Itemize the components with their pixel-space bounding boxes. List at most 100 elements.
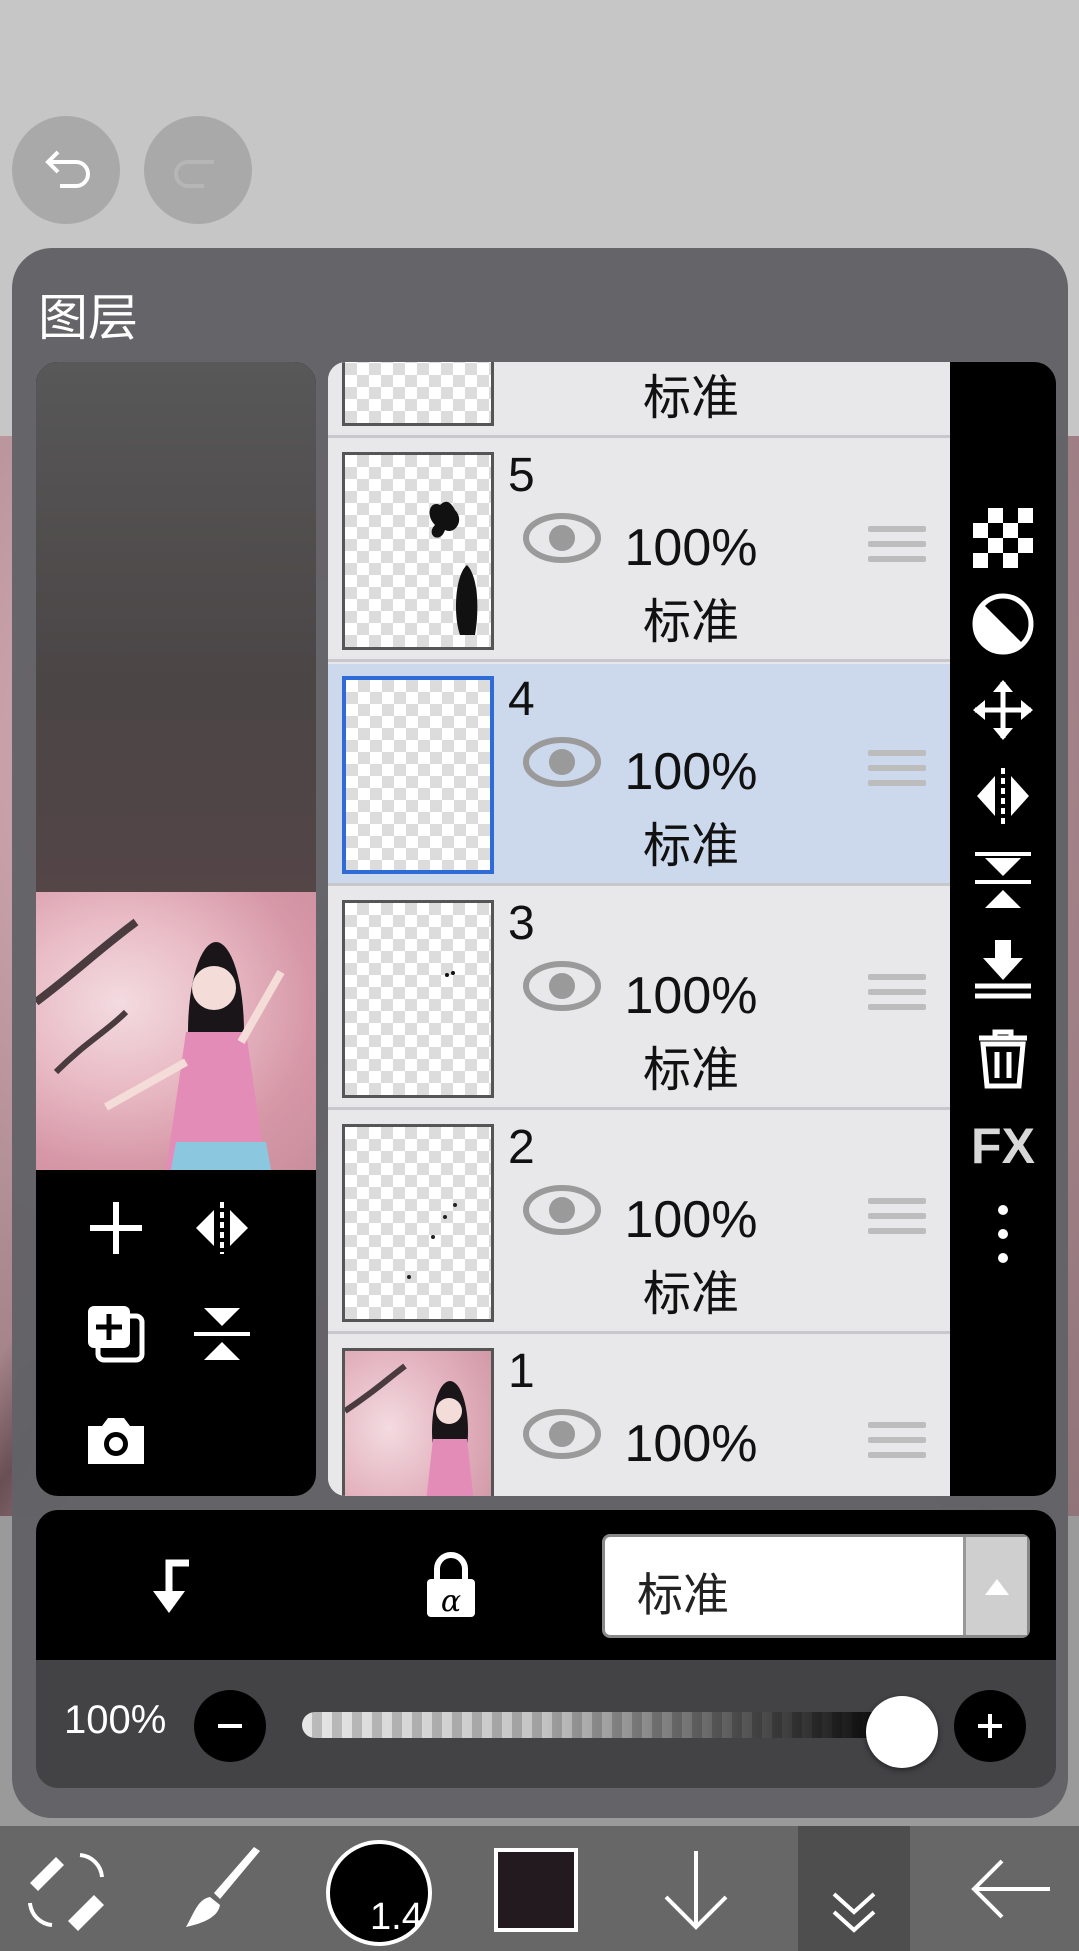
minus-icon xyxy=(218,1724,242,1728)
flip-horizontal-icon xyxy=(977,768,1029,824)
camera-button[interactable] xyxy=(76,1400,156,1480)
duplicate-layer-icon xyxy=(88,1306,145,1363)
delete-layer-button[interactable] xyxy=(963,1018,1043,1098)
checkerboard-icon xyxy=(973,508,1033,568)
merge-down-button[interactable] xyxy=(963,930,1043,1010)
layer-row-5[interactable]: 5 100% 标准 xyxy=(328,440,950,662)
duplicate-layer-button[interactable] xyxy=(76,1294,156,1374)
opacity-slider-knob[interactable] xyxy=(866,1696,938,1768)
flip-vertical-side-button[interactable] xyxy=(963,842,1043,922)
half-circle-icon xyxy=(972,593,1034,655)
add-layer-button[interactable] xyxy=(76,1188,156,1268)
opacity-value: 100% xyxy=(64,1698,167,1742)
flip-horizontal-side-button[interactable] xyxy=(963,756,1043,836)
layer-thumbnail xyxy=(342,1124,494,1322)
flip-vertical-icon xyxy=(194,1308,250,1360)
clip-layer-button[interactable] xyxy=(124,1540,214,1630)
fx-icon: FX xyxy=(971,1118,1035,1174)
brush-size-value: 1.4 xyxy=(370,1896,423,1938)
fx-button[interactable]: FX xyxy=(963,1106,1043,1186)
layer-row-3[interactable]: 3 100% 标准 xyxy=(328,888,950,1110)
layer-blend-mode: 标准 xyxy=(642,370,739,426)
plus-icon xyxy=(978,1714,1002,1738)
arrow-left-icon xyxy=(971,1859,1050,1918)
layer-opacity: 100% xyxy=(624,1415,758,1473)
reorder-handle-icon[interactable] xyxy=(868,1422,926,1472)
clipping-button[interactable] xyxy=(963,584,1043,664)
layer-number: 2 xyxy=(508,1121,535,1174)
tool-switch-button[interactable] xyxy=(16,1826,116,1951)
layer-thumbnail xyxy=(342,900,494,1098)
flip-horizontal-button[interactable] xyxy=(182,1188,262,1268)
layer-thumbnail xyxy=(342,452,494,650)
color-swatch[interactable] xyxy=(494,1848,578,1932)
layer-opacity: 100% xyxy=(624,1191,758,1249)
brush-icon xyxy=(186,1846,260,1927)
transparency-lock-button[interactable] xyxy=(963,498,1043,578)
opacity-control: 100% xyxy=(36,1660,1056,1788)
more-vertical-icon xyxy=(998,1205,1008,1263)
clipping-arrow-icon xyxy=(153,1559,189,1613)
layer-row[interactable]: 标准 xyxy=(328,362,950,438)
flip-vertical-icon xyxy=(975,852,1031,908)
flip-vertical-button[interactable] xyxy=(182,1294,262,1374)
layer-side-toolbar: FX xyxy=(950,362,1056,1496)
layer-row-2[interactable]: 2 100% 标准 xyxy=(328,1112,950,1334)
blend-mode-select[interactable]: 标准 xyxy=(602,1534,1030,1638)
layer-thumbnail xyxy=(342,1348,494,1496)
reorder-handle-icon[interactable] xyxy=(868,750,926,800)
canvas-preview-column xyxy=(36,362,316,1496)
preview-illustration xyxy=(36,918,285,1170)
back-button[interactable] xyxy=(962,1826,1062,1951)
redo-button[interactable] xyxy=(144,116,252,224)
reorder-handle-icon[interactable] xyxy=(868,526,926,576)
move-button[interactable] xyxy=(963,670,1043,750)
layer-menu-tab[interactable] xyxy=(798,1826,910,1951)
layer-blend-mode: 标准 xyxy=(642,818,739,874)
pen-eraser-switch-icon xyxy=(28,1852,104,1931)
layer-thumbnail-art xyxy=(345,1363,474,1496)
layer-thumbnail xyxy=(342,362,494,426)
layer-opacity: 100% xyxy=(624,967,758,1025)
trash-icon xyxy=(979,1029,1027,1089)
preview-dark-area xyxy=(36,362,316,892)
arrow-down-icon xyxy=(664,1850,728,1930)
brush-size-button[interactable]: 1.4 xyxy=(326,1840,432,1946)
layer-row-4[interactable]: 4 100% 标准 xyxy=(328,664,950,886)
chevron-down-icon xyxy=(832,1892,876,1933)
opacity-decrease-button[interactable] xyxy=(194,1690,266,1762)
layer-blend-mode: 标准 xyxy=(642,1266,739,1322)
layer-row-1[interactable]: 1 100% xyxy=(328,1336,950,1496)
layer-thumbnail-art xyxy=(445,971,455,977)
hair-thumbnail-art xyxy=(429,501,478,635)
layer-opacity: 100% xyxy=(624,743,758,801)
layer-panel: 图层 标准 5 100% 标准 4 100% 标准 3 100% 标准 2 10… xyxy=(12,248,1068,1818)
undo-button[interactable] xyxy=(12,116,120,224)
layer-thumbnail-art xyxy=(407,1203,457,1279)
brush-button[interactable] xyxy=(176,1826,276,1951)
svg-text:α: α xyxy=(441,1584,461,1619)
add-layer-icon xyxy=(90,1202,142,1254)
dropdown-arrow-icon[interactable] xyxy=(963,1537,1027,1635)
camera-icon xyxy=(88,1418,144,1464)
layer-number: 5 xyxy=(508,449,535,502)
alpha-lock-icon: α xyxy=(427,1552,475,1619)
layer-blend-mode: 标准 xyxy=(642,594,739,650)
canvas-preview-image[interactable] xyxy=(36,892,316,1170)
reorder-handle-icon[interactable] xyxy=(868,1198,926,1248)
more-options-button[interactable] xyxy=(963,1194,1043,1274)
opacity-slider-track[interactable] xyxy=(302,1712,902,1738)
layer-list[interactable]: 标准 5 100% 标准 4 100% 标准 3 100% 标准 2 100% … xyxy=(328,362,950,1496)
alpha-lock-button[interactable]: α xyxy=(406,1540,496,1630)
layer-number: 1 xyxy=(508,1345,535,1398)
reorder-handle-icon[interactable] xyxy=(868,974,926,1024)
undo-icon xyxy=(45,150,90,188)
layer-action-bar: α 标准 xyxy=(36,1510,1056,1660)
redo-icon xyxy=(174,160,214,188)
layer-number: 4 xyxy=(508,673,535,726)
layer-down-button[interactable] xyxy=(646,1826,746,1951)
layer-blend-mode: 标准 xyxy=(642,1042,739,1098)
opacity-increase-button[interactable] xyxy=(954,1690,1026,1762)
layer-number: 3 xyxy=(508,897,535,950)
bottom-toolbar: 1.4 xyxy=(0,1826,1079,1951)
